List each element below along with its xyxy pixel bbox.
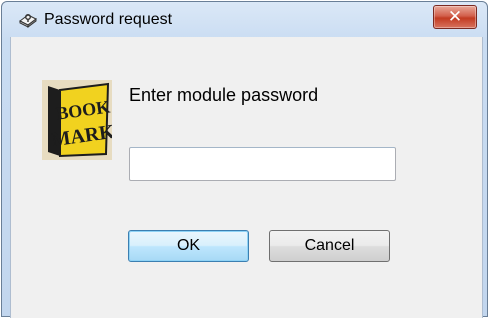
cancel-button[interactable]: Cancel bbox=[269, 230, 390, 262]
password-prompt: Enter module password bbox=[129, 85, 319, 105]
title-bar[interactable]: Password request ✕ bbox=[2, 2, 487, 38]
bookmark-logo: BOOK MARK bbox=[42, 80, 112, 160]
password-input[interactable] bbox=[129, 147, 396, 181]
ok-button[interactable]: OK bbox=[128, 230, 249, 262]
password-request-window: Password request ✕ BOOK MARK Enter modul… bbox=[1, 1, 488, 318]
key-lock-icon bbox=[19, 14, 37, 28]
dialog-body: BOOK MARK Enter module password OK Cance… bbox=[10, 37, 483, 318]
window-title: Password request bbox=[44, 11, 173, 28]
close-icon: ✕ bbox=[447, 7, 463, 26]
close-button[interactable]: ✕ bbox=[433, 5, 477, 29]
